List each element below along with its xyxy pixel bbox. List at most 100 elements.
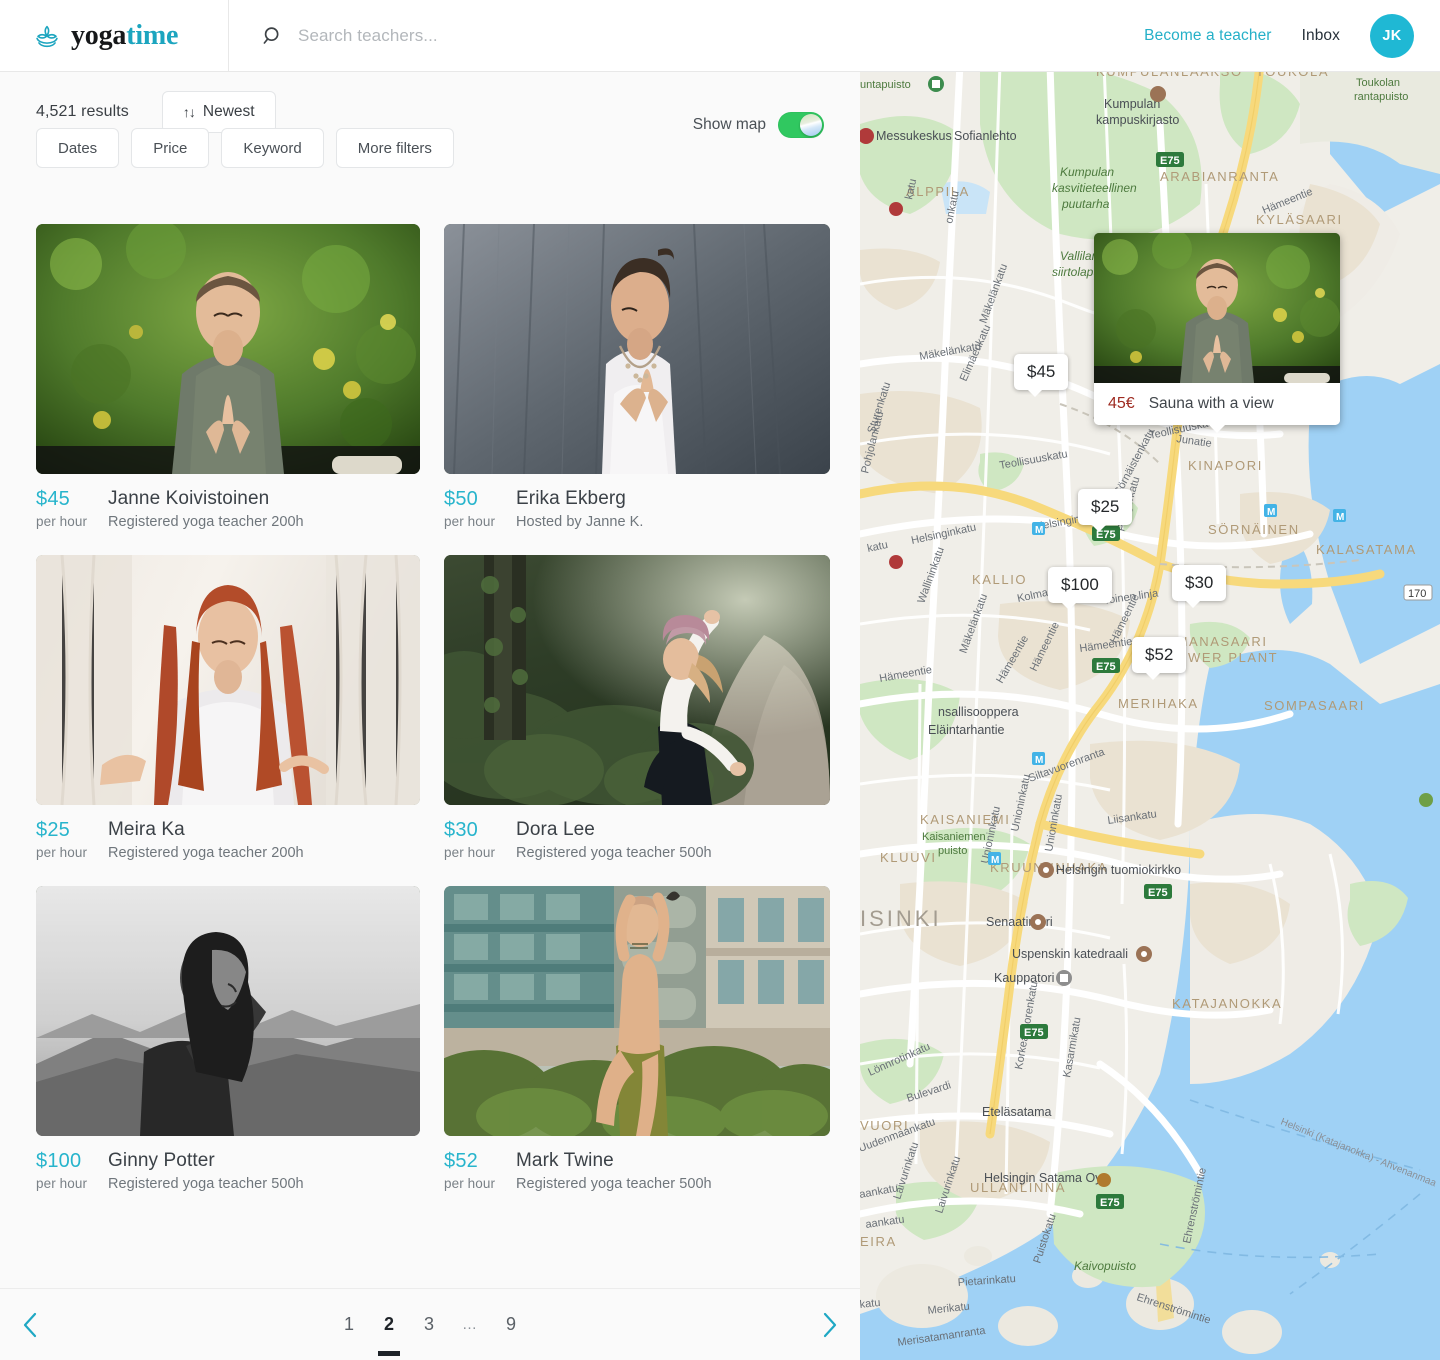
listing-price: $50 [444,488,516,511]
results-count: 4,521 results [36,103,129,121]
svg-text:aankatu: aankatu [865,1214,905,1231]
svg-text:HANASAARI: HANASAARI [1178,634,1268,649]
listing-price: $45 [36,488,108,511]
listing-price: $30 [444,819,516,842]
listing-card[interactable]: $50 per hour Erika Ekberg Hosted by Jann… [444,224,830,530]
listing-name: Dora Lee [516,819,712,841]
listing-name: Ginny Potter [108,1150,304,1172]
svg-text:Laivurinkatu: Laivurinkatu [933,1155,963,1215]
filter-chip-price[interactable]: Price [131,128,209,168]
listing-meta: $100 per hour Ginny Potter Registered yo… [36,1136,420,1192]
svg-text:170: 170 [1408,588,1426,600]
svg-text:Kaisaniemen: Kaisaniemen [922,831,986,843]
listing-price-col: $50 per hour [444,488,516,530]
map-listing-popup[interactable]: 45€ Sauna with a view [1094,233,1340,425]
logo[interactable]: yogatime [0,0,229,72]
listing-image-ginny[interactable] [36,886,420,1136]
listing-image-erika[interactable] [444,224,830,474]
search-bar[interactable] [229,0,1144,72]
svg-text:puisto: puisto [938,845,967,857]
svg-text:kasvitieteellinen: kasvitieteellinen [1052,181,1137,195]
map-price-marker[interactable]: $52 [1132,637,1186,673]
svg-text:Eteläsatama: Eteläsatama [982,1105,1052,1119]
svg-text:Uspenskin katedraali: Uspenskin katedraali [1012,947,1128,961]
listing-text-col: Meira Ka Registered yoga teacher 200h [108,819,304,861]
svg-text:Mäkelänkatu: Mäkelänkatu [958,592,991,655]
svg-text:katu: katu [860,1297,881,1311]
listing-name: Erika Ekberg [516,488,643,510]
listing-meta: $30 per hour Dora Lee Registered yoga te… [444,805,830,861]
listing-subtitle: Registered yoga teacher 500h [516,845,712,861]
svg-text:E75: E75 [1096,661,1116,673]
svg-text:Teollisuuskatu: Teollisuuskatu [998,448,1068,472]
svg-text:Sofianlehto: Sofianlehto [954,129,1017,143]
map-popup-image [1094,233,1340,383]
map-price-marker[interactable]: $25 [1078,489,1132,525]
svg-text:kampuskirjasto: kampuskirjasto [1096,113,1179,127]
listing-per-hour: per hour [444,514,516,529]
listing-meta: $25 per hour Meira Ka Registered yoga te… [36,805,420,861]
filter-chip-keyword[interactable]: Keyword [221,128,323,168]
map-price-marker[interactable]: $45 [1014,354,1068,390]
svg-text:Puistokatu: Puistokatu [1031,1212,1058,1265]
inbox-link[interactable]: Inbox [1302,27,1340,45]
pagination-next-button[interactable] [800,1312,860,1338]
show-map-toggle[interactable] [778,112,824,138]
become-a-teacher-link[interactable]: Become a teacher [1144,27,1271,45]
listing-meta: $50 per hour Erika Ekberg Hosted by Jann… [444,474,830,530]
svg-text:Lönnrotinkatu: Lönnrotinkatu [866,1041,932,1079]
listing-meta: $52 per hour Mark Twine Registered yoga … [444,1136,830,1192]
avatar[interactable]: JK [1370,14,1414,58]
map-price-marker[interactable]: $100 [1048,567,1112,603]
svg-text:KATAJANOKKA: KATAJANOKKA [1172,996,1282,1011]
map-panel[interactable]: KUMPULANLAAKSO TOUKOLA ARABIANRANTA KYLÄ… [860,64,1440,1360]
listing-image-mark[interactable] [444,886,830,1136]
svg-text:SOMPASAARI: SOMPASAARI [1264,698,1365,713]
pagination-page-3[interactable]: 3 [422,1314,436,1335]
svg-text:Pohjolankatu: Pohjolankatu [860,410,886,475]
pagination-page-9[interactable]: 9 [504,1314,518,1335]
map-price-marker[interactable]: $30 [1172,565,1226,601]
listing-grid: $45 per hour Janne Koivistoinen Register… [0,204,860,1192]
svg-text:EIRA: EIRA [860,1234,897,1249]
listing-per-hour: per hour [444,1176,516,1191]
svg-text:ISINKI: ISINKI [860,906,942,931]
listing-price-col: $100 per hour [36,1150,108,1192]
pagination-page-1[interactable]: 1 [342,1314,356,1335]
listing-text-col: Ginny Potter Registered yoga teacher 500… [108,1150,304,1192]
listing-card[interactable]: $52 per hour Mark Twine Registered yoga … [444,886,830,1192]
listing-price: $52 [444,1150,516,1173]
svg-text:Wallininkatu: Wallininkatu [916,546,947,605]
listing-card[interactable]: $45 per hour Janne Koivistoinen Register… [36,224,420,530]
listing-image-dora[interactable] [444,555,830,805]
svg-text:Merikatu: Merikatu [927,1301,970,1317]
svg-text:katu: katu [866,539,889,555]
pagination-page-2[interactable]: 2 [382,1314,396,1335]
svg-text:MERIHAKA: MERIHAKA [1118,696,1199,711]
svg-text:nsallisooppera: nsallisooppera [938,705,1019,719]
pagination-prev-button[interactable] [0,1312,60,1338]
svg-text:puutarha: puutarha [1061,197,1110,211]
listing-image-meira[interactable] [36,555,420,805]
search-input[interactable] [298,26,818,46]
map-popup-price: 45€ [1108,395,1135,413]
svg-text:M: M [1035,755,1043,766]
svg-text:E75: E75 [1024,1027,1044,1039]
svg-text:M: M [1267,507,1275,518]
filter-chip-dates[interactable]: Dates [36,128,119,168]
svg-text:Toukolan: Toukolan [1356,77,1400,89]
show-map-control[interactable]: Show map [693,112,824,138]
listing-card[interactable]: $30 per hour Dora Lee Registered yoga te… [444,555,830,861]
svg-text:Liisankatu: Liisankatu [1107,808,1158,827]
svg-text:rantapuisto: rantapuisto [1354,91,1408,103]
svg-text:Vallilan: Vallilan [1060,249,1099,263]
listing-card[interactable]: $25 per hour Meira Ka Registered yoga te… [36,555,420,861]
listing-image-janne[interactable] [36,224,420,474]
sort-arrows-icon: ↑↓ [183,104,195,120]
sort-button[interactable]: ↑↓ Newest [162,91,276,133]
svg-text:Ehrenströmintie: Ehrenströmintie [1135,1291,1212,1326]
filter-chip-more-filters[interactable]: More filters [336,128,454,168]
svg-text:Bulevardi: Bulevardi [905,1079,952,1105]
listing-card[interactable]: $100 per hour Ginny Potter Registered yo… [36,886,420,1192]
svg-text:M: M [1336,512,1344,523]
